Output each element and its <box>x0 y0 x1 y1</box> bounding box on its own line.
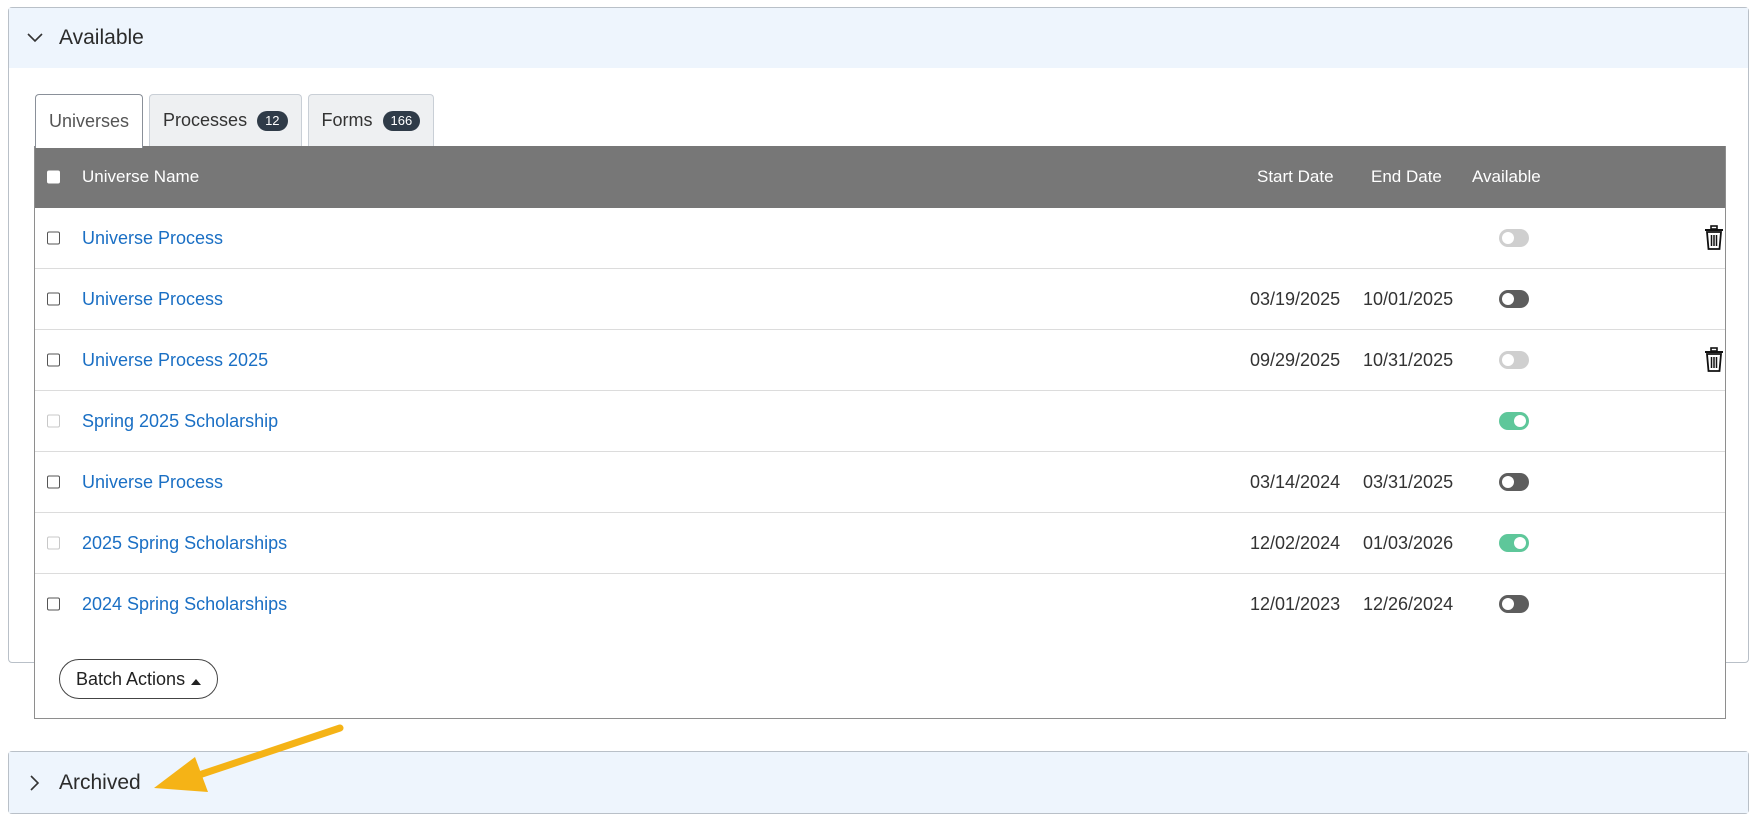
available-toggle[interactable] <box>1499 412 1529 430</box>
available-toggle[interactable] <box>1499 473 1529 491</box>
start-date: 12/02/2024 <box>1250 532 1341 553</box>
universe-name-link[interactable]: Universe Process <box>82 289 223 310</box>
row-checkbox[interactable] <box>47 353 60 367</box>
table-row: Universe Process 03/14/2024 03/31/2025 <box>35 452 1725 513</box>
universe-name-link[interactable]: 2025 Spring Scholarships <box>82 533 287 554</box>
universes-table: Universe Name Start Date End Date Availa… <box>34 146 1726 719</box>
tab-processes-label: Processes <box>163 110 248 130</box>
start-date: 09/29/2025 <box>1250 349 1341 370</box>
row-checkbox[interactable] <box>47 292 60 306</box>
available-toggle[interactable] <box>1499 595 1529 613</box>
row-checkbox-disabled <box>47 414 60 428</box>
table-row: Universe Process 2025 09/29/2025 10/31/2… <box>35 330 1725 391</box>
universe-name-link[interactable]: Universe Process <box>82 228 223 249</box>
tab-forms[interactable]: Forms 166 <box>307 94 435 146</box>
tab-bar: Universes Processes 12 Forms 166 <box>35 94 435 148</box>
chevron-right-icon <box>23 771 47 795</box>
row-checkbox-disabled <box>47 536 60 550</box>
available-toggle[interactable] <box>1499 290 1529 308</box>
batch-actions-button[interactable]: Batch Actions <box>59 659 219 699</box>
universe-name-link[interactable]: 2024 Spring Scholarships <box>82 594 287 615</box>
tab-forms-count-badge: 166 <box>382 110 421 131</box>
tab-processes-count-badge: 12 <box>257 110 288 131</box>
available-panel: Available Universes Processes 12 Forms 1… <box>8 7 1749 719</box>
trash-icon[interactable] <box>1703 347 1725 373</box>
table-row: 2024 Spring Scholarships 12/01/2023 12/2… <box>35 574 1725 634</box>
column-header-name[interactable]: Universe Name <box>82 167 199 187</box>
table-row: Spring 2025 Scholarship <box>35 391 1725 452</box>
available-toggle[interactable] <box>1499 229 1529 247</box>
tab-universes-label: Universes <box>49 111 130 131</box>
table-row: Universe Process <box>35 208 1725 269</box>
row-checkbox[interactable] <box>47 231 60 245</box>
select-all-checkbox[interactable] <box>47 170 60 184</box>
batch-actions-label: Batch Actions <box>76 668 186 689</box>
available-panel-title: Available <box>59 26 144 49</box>
table-header: Universe Name Start Date End Date Availa… <box>35 146 1725 208</box>
table-row: Universe Process 03/19/2025 10/01/2025 <box>35 269 1725 330</box>
end-date: 03/31/2025 <box>1363 471 1454 492</box>
table-row: 2025 Spring Scholarships 12/02/2024 01/0… <box>35 513 1725 574</box>
column-header-start-date[interactable]: Start Date <box>1257 167 1334 187</box>
universe-name-link[interactable]: Universe Process 2025 <box>82 350 268 371</box>
end-date: 10/31/2025 <box>1363 349 1454 370</box>
tab-processes[interactable]: Processes 12 <box>149 94 302 146</box>
caret-up-icon <box>191 669 202 690</box>
universe-name-link[interactable]: Universe Process <box>82 472 223 493</box>
tab-universes[interactable]: Universes <box>35 94 144 148</box>
tab-forms-label: Forms <box>321 110 373 130</box>
table-body: Universe Process Universe Process 03/19/… <box>35 208 1725 634</box>
end-date: 10/01/2025 <box>1363 288 1454 309</box>
start-date: 03/19/2025 <box>1250 288 1341 309</box>
trash-icon[interactable] <box>1703 225 1725 251</box>
start-date: 12/01/2023 <box>1250 593 1341 614</box>
available-toggle[interactable] <box>1499 351 1529 369</box>
available-panel-header[interactable]: Available <box>9 8 1748 68</box>
chevron-down-icon <box>23 26 47 50</box>
annotation-arrow-icon <box>154 724 344 792</box>
row-checkbox[interactable] <box>47 475 60 489</box>
end-date: 12/26/2024 <box>1363 593 1454 614</box>
available-toggle[interactable] <box>1499 534 1529 552</box>
universe-name-link[interactable]: Spring 2025 Scholarship <box>82 411 278 432</box>
column-header-available[interactable]: Available <box>1472 167 1541 187</box>
column-header-end-date[interactable]: End Date <box>1371 167 1442 187</box>
archived-panel-title: Archived <box>59 770 141 794</box>
start-date: 03/14/2024 <box>1250 471 1341 492</box>
row-checkbox[interactable] <box>47 597 60 611</box>
end-date: 01/03/2026 <box>1363 532 1454 553</box>
